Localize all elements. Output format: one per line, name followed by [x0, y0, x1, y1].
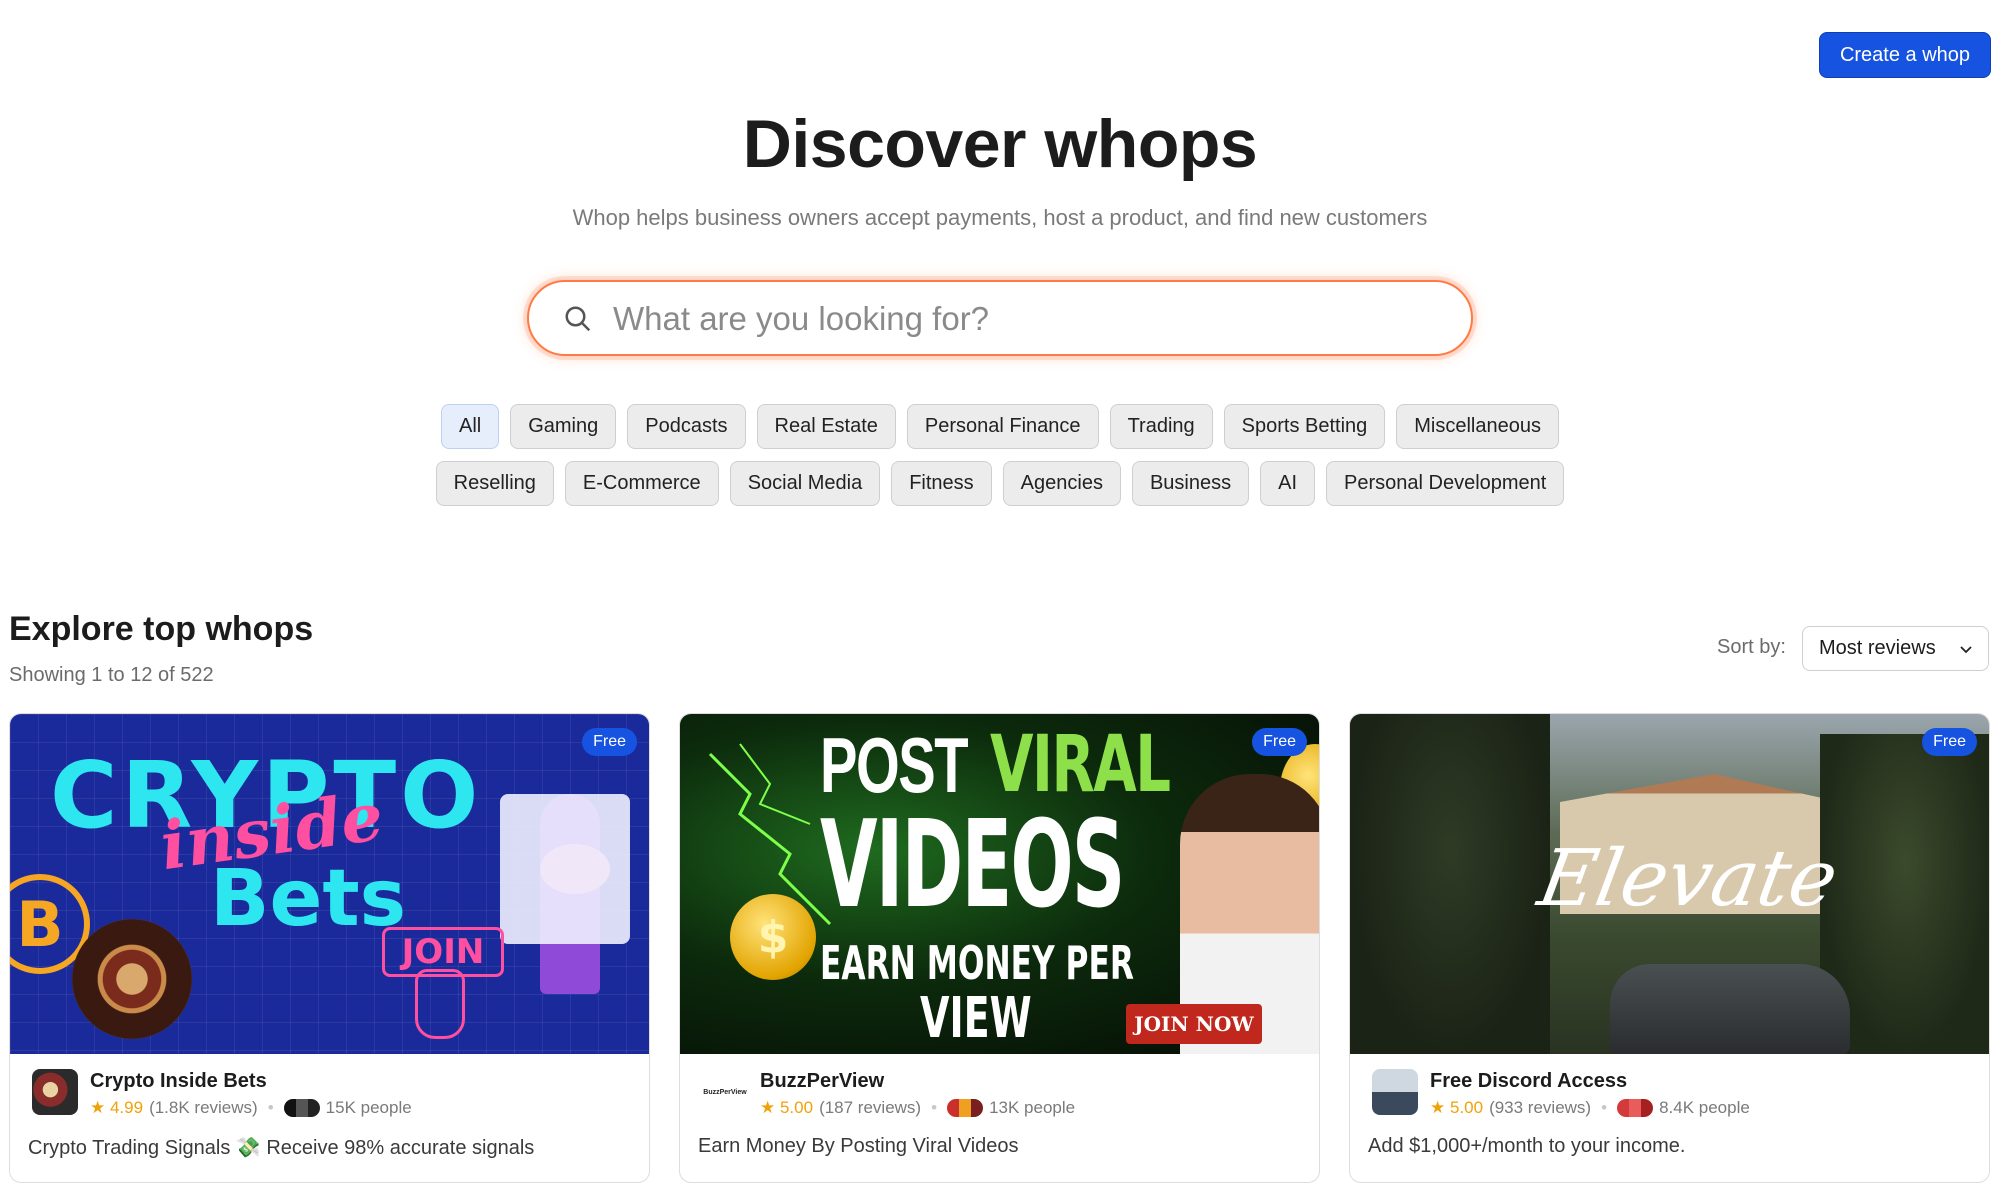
category-chip-ai[interactable]: AI: [1260, 461, 1316, 506]
category-chip-real-estate[interactable]: Real Estate: [756, 404, 896, 449]
illustration-panel: [500, 794, 630, 944]
category-chip-fitness[interactable]: Fitness: [891, 461, 992, 506]
page-subtitle: Whop helps business owners accept paymen…: [572, 205, 1428, 230]
roulette-icon: [72, 919, 192, 1039]
banner-text-view: VIEW: [920, 986, 1032, 1051]
member-avatars: [947, 1099, 984, 1117]
member-count: 8.4K people: [1659, 1098, 1750, 1117]
card-description: Earn Money By Posting Viral Videos: [698, 1135, 1019, 1157]
card-description: Crypto Trading Signals 💸 Receive 98% acc…: [28, 1137, 535, 1159]
member-count: 15K people: [325, 1098, 412, 1117]
car-graphic: [1610, 964, 1850, 1054]
avatar: [1372, 1069, 1418, 1115]
category-chip-e-commerce[interactable]: E-Commerce: [564, 461, 719, 506]
member-avatars: [1617, 1099, 1654, 1117]
card-banner: Elevate: [1350, 714, 1989, 1054]
search-input[interactable]: [613, 292, 1433, 346]
chevron-down-icon: [1960, 646, 1972, 654]
review-count: (933 reviews): [1489, 1098, 1592, 1117]
card-title: Crypto Inside Bets: [90, 1070, 267, 1092]
category-chip-agencies[interactable]: Agencies: [1002, 461, 1121, 506]
card-meta: ★ 5.00 (933 reviews) • 8.4K people: [1430, 1098, 1750, 1118]
search-bar[interactable]: [527, 280, 1473, 356]
join-now-button-graphic: JOIN NOW: [1126, 1004, 1262, 1044]
sort-value: Most reviews: [1819, 637, 1936, 659]
member-avatars: [283, 1099, 320, 1117]
category-chip-social-media[interactable]: Social Media: [729, 461, 881, 506]
avatar: [32, 1069, 78, 1115]
rating: ★ 4.99: [90, 1098, 144, 1117]
avatar: BuzzPerView: [702, 1069, 748, 1115]
price-badge: Free: [582, 728, 637, 756]
card-description: Add $1,000+/month to your income.: [1368, 1135, 1686, 1157]
rating: ★ 5.00: [1430, 1098, 1484, 1117]
banner-text-earn: EARN MONEY PER: [820, 936, 1134, 990]
sort-label: Sort by:: [1717, 636, 1786, 658]
card-meta: ★ 5.00 (187 reviews) • 13K people: [760, 1098, 1075, 1118]
price-badge: Free: [1922, 728, 1977, 756]
category-chip-personal-development[interactable]: Personal Development: [1326, 461, 1565, 506]
separator-dot: •: [931, 1098, 938, 1117]
banner-text-elevate: Elevate: [1532, 834, 1845, 924]
card-title: BuzzPerView: [760, 1070, 885, 1092]
whop-card-free-discord-access[interactable]: Elevate Free Free Discord Access ★ 5.00 …: [1349, 713, 1990, 1183]
card-title: Free Discord Access: [1430, 1070, 1628, 1092]
tree-graphic: [1350, 714, 1550, 1054]
page-title: Discover whops: [742, 106, 1258, 182]
category-row-1: All Gaming Podcasts Real Estate Personal…: [0, 404, 2000, 449]
search-icon: [565, 306, 591, 332]
card-banner: CRYPTO inside Bets B JOIN: [10, 714, 649, 1054]
results-count: Showing 1 to 12 of 522: [9, 664, 214, 686]
category-chip-reselling[interactable]: Reselling: [435, 461, 554, 506]
category-chip-miscellaneous[interactable]: Miscellaneous: [1396, 404, 1559, 449]
category-chip-trading[interactable]: Trading: [1109, 404, 1213, 449]
separator-dot: •: [267, 1098, 274, 1117]
pointer-hand-icon: [415, 969, 465, 1039]
category-chip-personal-finance[interactable]: Personal Finance: [906, 404, 1099, 449]
separator-dot: •: [1601, 1098, 1608, 1117]
whop-card-crypto-inside-bets[interactable]: CRYPTO inside Bets B JOIN Free Crypto In…: [9, 713, 650, 1183]
category-row-2: Reselling E-Commerce Social Media Fitnes…: [0, 461, 2000, 506]
category-chip-sports-betting[interactable]: Sports Betting: [1223, 404, 1386, 449]
coin-icon: $: [730, 894, 816, 980]
card-meta: ★ 4.99 (1.8K reviews) • 15K people: [90, 1098, 412, 1118]
card-banner: POST VIRAL VIDEOS EARN MONEY PER VIEW $ …: [680, 714, 1319, 1054]
review-count: (187 reviews): [819, 1098, 922, 1117]
member-count: 13K people: [989, 1098, 1076, 1117]
review-count: (1.8K reviews): [149, 1098, 258, 1117]
create-whop-button[interactable]: Create a whop: [1819, 32, 1991, 78]
category-chip-business[interactable]: Business: [1131, 461, 1250, 506]
banner-text-bets: Bets: [210, 854, 407, 944]
category-chip-gaming[interactable]: Gaming: [510, 404, 617, 449]
price-badge: Free: [1252, 728, 1307, 756]
rating: ★ 5.00: [760, 1098, 814, 1117]
whop-card-buzzperview[interactable]: POST VIRAL VIDEOS EARN MONEY PER VIEW $ …: [679, 713, 1320, 1183]
sort-select[interactable]: Most reviews: [1802, 626, 1989, 671]
category-chip-podcasts[interactable]: Podcasts: [627, 404, 746, 449]
section-title: Explore top whops: [9, 610, 314, 648]
category-chip-all[interactable]: All: [440, 404, 500, 449]
banner-text-videos: VIDEOS: [820, 796, 1125, 935]
